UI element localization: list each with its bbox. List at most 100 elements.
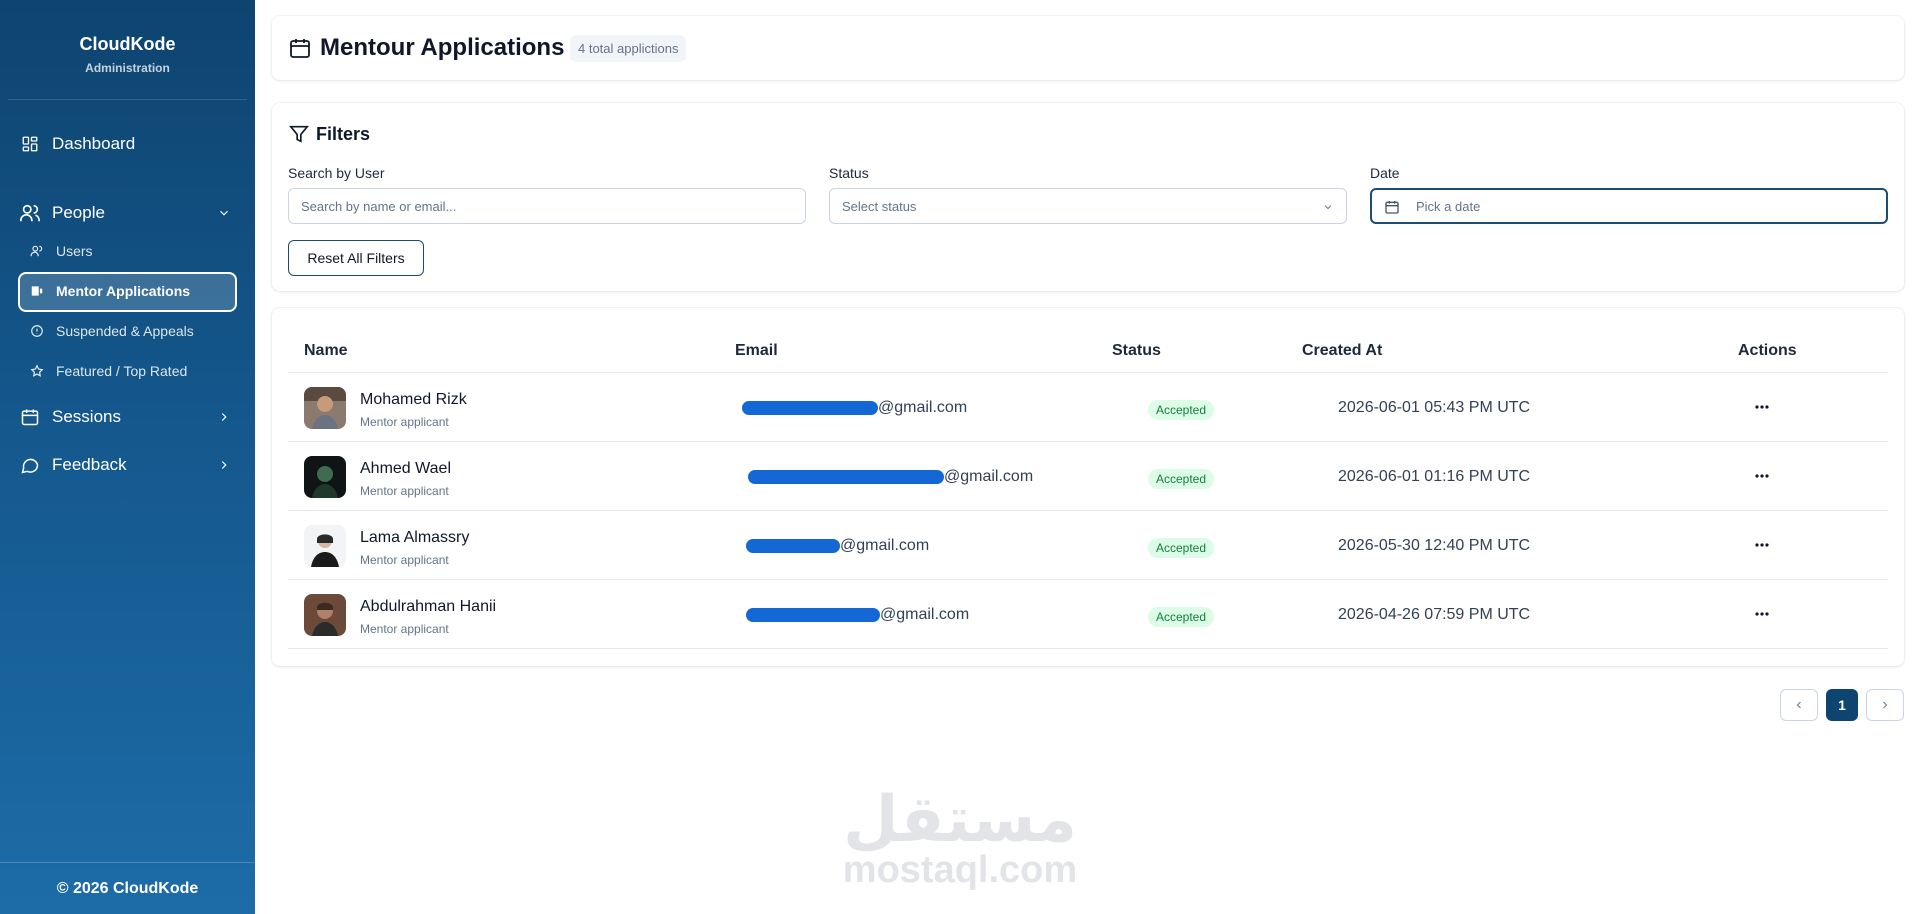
dashboard-icon — [18, 132, 42, 156]
reset-filters-button[interactable]: Reset All Filters — [288, 240, 424, 276]
sidebar-item-dashboard[interactable]: Dashboard — [18, 132, 237, 156]
column-header-actions: Actions — [1738, 342, 1797, 359]
watermark-arabic: مستقل — [842, 783, 1078, 857]
sidebar-item-label: Sessions — [52, 407, 121, 426]
user-role: Mentor applicant — [360, 553, 449, 567]
star-icon — [28, 362, 46, 380]
redaction-mark — [746, 608, 880, 622]
applications-table: Name Email Status Created At Actions Moh… — [272, 308, 1904, 666]
filters-panel: Filters Search by User Search by name or… — [272, 103, 1904, 291]
user-email: @gmail.com — [746, 537, 929, 555]
user-email: @gmail.com — [746, 606, 969, 624]
user-icon — [28, 242, 46, 260]
date-label: Date — [1370, 165, 1400, 181]
sidebar: CloudKode Administration Dashboard Peopl… — [0, 0, 255, 914]
table-row[interactable]: Mohamed Rizk Mentor applicant @gmail.com… — [288, 373, 1888, 442]
brand: CloudKode Administration — [8, 0, 247, 100]
sidebar-item-label: Mentor Applications — [56, 283, 191, 299]
sidebar-item-mentor-applications[interactable]: Mentor Applications — [28, 282, 237, 300]
column-header-email: Email — [735, 342, 778, 359]
more-actions-button[interactable] — [1750, 466, 1774, 486]
sidebar-item-label: People — [52, 203, 105, 222]
chevron-down-icon — [217, 206, 231, 220]
more-actions-button[interactable] — [1750, 604, 1774, 624]
sidebar-item-feedback[interactable]: Feedback — [18, 453, 237, 477]
sidebar-item-label: Suspended & Appeals — [56, 323, 194, 339]
sidebar-item-sessions[interactable]: Sessions — [18, 405, 237, 429]
chevron-right-icon — [217, 410, 231, 424]
user-name: Abdulrahman Hanii — [360, 598, 497, 615]
watermark: مستقل mostaql.com — [840, 785, 1080, 892]
status-select[interactable]: Select status — [829, 188, 1347, 224]
status-placeholder: Select status — [842, 198, 917, 214]
search-input[interactable]: Search by name or email... — [288, 188, 806, 224]
status-badge: Accepted — [1148, 400, 1215, 420]
status-badge: Accepted — [1148, 607, 1215, 627]
chevron-down-icon — [1322, 201, 1334, 213]
status-badge: Accepted — [1148, 538, 1215, 558]
calendar-icon — [288, 36, 312, 60]
file-icon — [28, 282, 46, 300]
redaction-mark — [746, 539, 840, 553]
sidebar-item-featured[interactable]: Featured / Top Rated — [28, 362, 237, 380]
table-row[interactable]: Ahmed Wael Mentor applicant @gmail.com A… — [288, 442, 1888, 511]
user-role: Mentor applicant — [360, 415, 449, 429]
page-title: Mentour Applications — [320, 34, 565, 61]
date-placeholder: Pick a date — [1416, 198, 1481, 214]
column-header-created: Created At — [1302, 342, 1383, 359]
search-placeholder: Search by name or email... — [301, 198, 457, 214]
avatar — [304, 525, 346, 567]
page-header: Mentour Applications 4 total applictions — [272, 16, 1904, 80]
message-circle-icon — [18, 453, 42, 477]
user-name: Lama Almassry — [360, 529, 470, 546]
sidebar-item-label: Featured / Top Rated — [56, 363, 188, 379]
search-label: Search by User — [288, 165, 385, 181]
user-email: @gmail.com — [742, 399, 967, 417]
more-actions-button[interactable] — [1750, 397, 1774, 417]
filters-title: Filters — [316, 124, 371, 144]
created-at: 2026-06-01 01:16 PM UTC — [1338, 468, 1531, 485]
chevron-left-icon — [1796, 701, 1801, 709]
user-name: Mohamed Rizk — [360, 391, 467, 408]
brand-subtitle: Administration — [85, 61, 170, 75]
redaction-mark — [742, 401, 878, 415]
calendar-icon — [18, 405, 42, 429]
avatar — [304, 594, 346, 636]
sidebar-footer: © 2026 CloudKode — [0, 862, 255, 914]
sidebar-item-label: Users — [56, 243, 93, 259]
sidebar-item-label: Dashboard — [52, 134, 136, 153]
created-at: 2026-06-01 05:43 PM UTC — [1338, 399, 1531, 416]
page-number-current[interactable]: 1 — [1826, 689, 1858, 721]
alert-circle-icon — [28, 322, 46, 340]
user-role: Mentor applicant — [360, 622, 449, 636]
sidebar-item-label: Feedback — [52, 455, 127, 474]
sidebar-item-users[interactable]: Users — [28, 242, 237, 260]
users-icon — [18, 201, 42, 225]
chevron-right-icon — [1883, 701, 1888, 709]
table-row[interactable]: Abdulrahman Hanii Mentor applicant @gmai… — [288, 580, 1888, 649]
status-badge: Accepted — [1148, 469, 1215, 489]
more-actions-button[interactable] — [1750, 535, 1774, 555]
column-header-name: Name — [304, 342, 348, 359]
user-role: Mentor applicant — [360, 484, 449, 498]
watermark-latin: mostaql.com — [842, 849, 1078, 891]
table-row[interactable]: Lama Almassry Mentor applicant @gmail.co… — [288, 511, 1888, 580]
next-page-button[interactable] — [1866, 689, 1904, 721]
more-horizontal-icon — [1755, 612, 1769, 616]
filter-icon — [288, 123, 310, 145]
brand-title: CloudKode — [79, 34, 176, 54]
avatar — [304, 456, 346, 498]
column-header-status: Status — [1112, 342, 1161, 359]
more-horizontal-icon — [1755, 405, 1769, 409]
sidebar-item-suspended[interactable]: Suspended & Appeals — [28, 322, 237, 340]
date-picker[interactable]: Pick a date — [1370, 188, 1888, 224]
created-at: 2026-05-30 12:40 PM UTC — [1338, 537, 1531, 554]
chevron-right-icon — [217, 458, 231, 472]
redaction-mark — [748, 470, 944, 484]
sidebar-item-people[interactable]: People — [18, 201, 237, 225]
user-name: Ahmed Wael — [360, 460, 451, 477]
previous-page-button[interactable] — [1780, 689, 1818, 721]
more-horizontal-icon — [1755, 474, 1769, 478]
user-email: @gmail.com — [748, 468, 1033, 486]
count-badge: 4 total applictions — [570, 35, 687, 62]
